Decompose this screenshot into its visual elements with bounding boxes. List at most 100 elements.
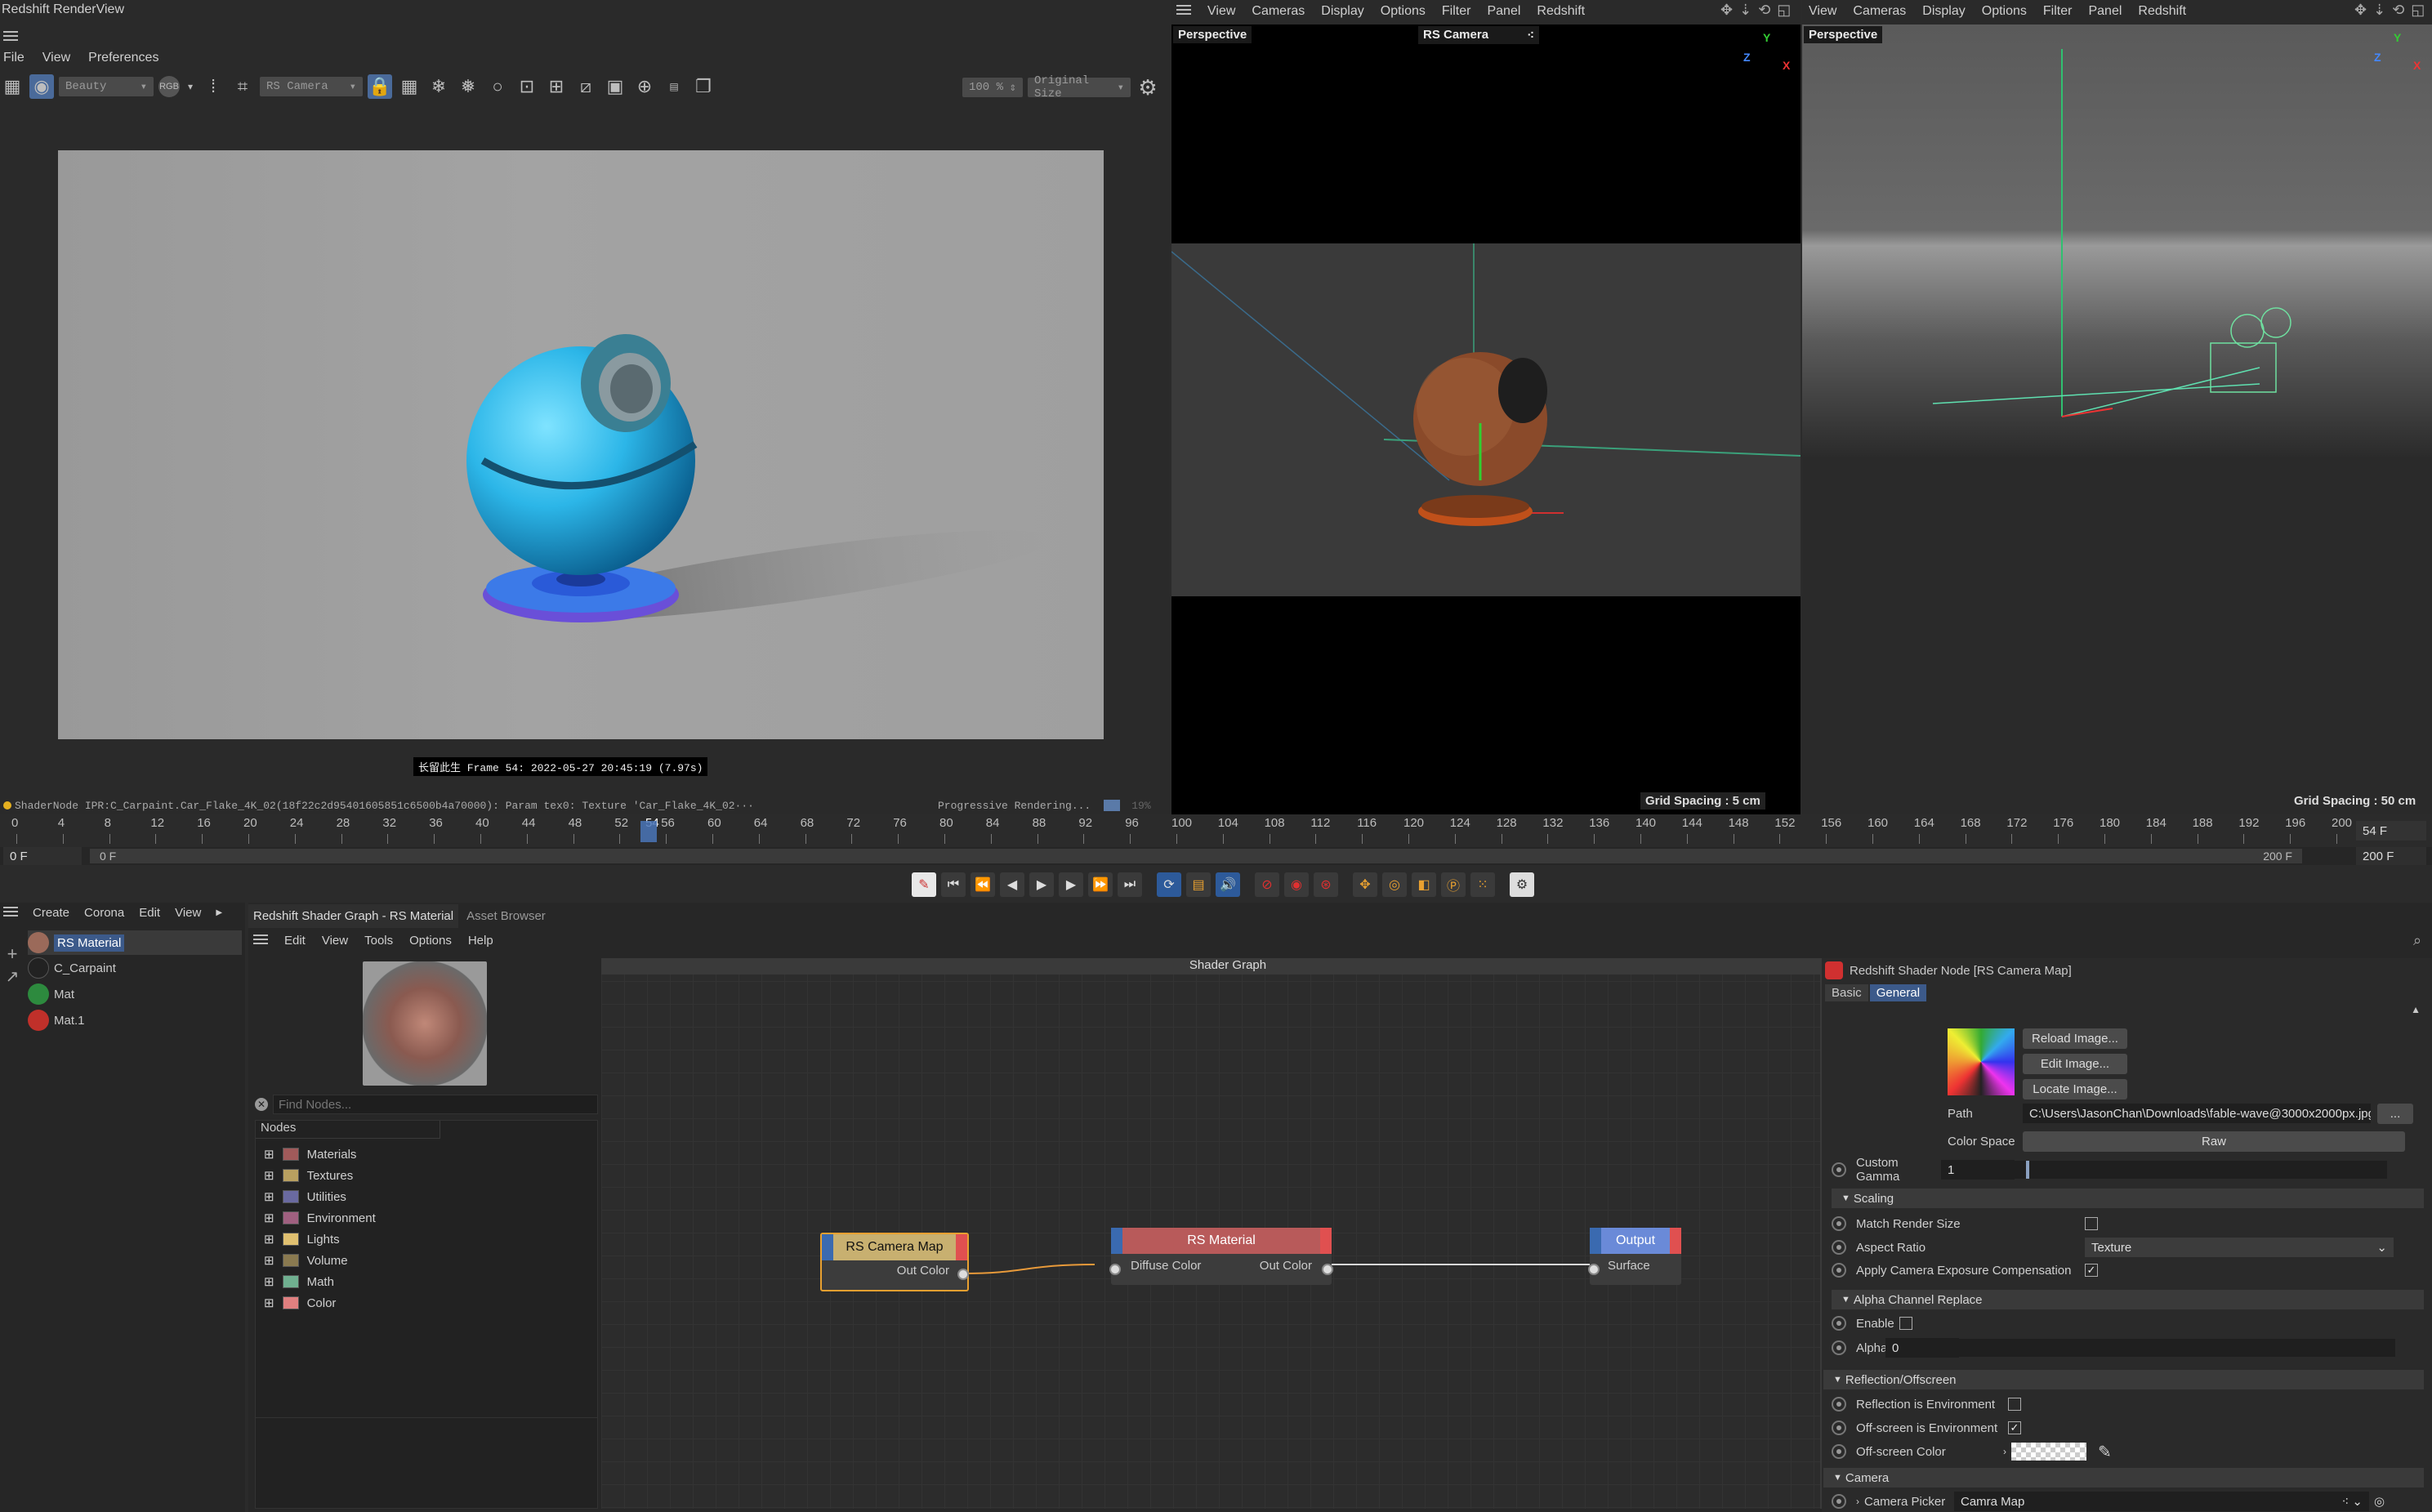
go-to-end-icon[interactable]: ⏭ [1118,872,1142,897]
camera-picker-field[interactable]: Camra Map ⁖ ⌄ [1954,1492,2369,1511]
pick-target-icon[interactable]: ◎ [2374,1494,2385,1509]
custom-gamma-field[interactable]: 1 [1941,1160,2015,1180]
focus-icon[interactable]: ⊡ [515,74,539,99]
match-render-size-checkbox[interactable] [2085,1217,2098,1230]
circle-icon[interactable]: ○ [485,74,510,99]
add-snapshot-icon[interactable]: ⊕ [632,74,657,99]
rotate-icon[interactable]: ⟲ [2392,2,2404,19]
vp1-menu-view[interactable]: View [1207,4,1235,19]
material-item[interactable]: Mat.1 [28,1007,242,1033]
ipr-start-icon[interactable]: ◉ [29,74,54,99]
camera-section-header[interactable]: ▼ Camera [1823,1468,2424,1487]
keyframe-select-icon[interactable]: ⊛ [1314,872,1338,897]
timeline[interactable]: 0 4 8 12 16 20 24 28 32 36 40 44 48 52 56 60 64 68 72 76 80 8… [0,816,2432,847]
apply-cam-exposure-checkbox[interactable]: ✓ [2085,1264,2098,1277]
animate-radio-icon[interactable] [1832,1494,1846,1509]
edit-image-button[interactable]: Edit Image... [2023,1054,2127,1074]
vp2-menu-panel[interactable]: Panel [2088,4,2122,19]
tab-shader-graph[interactable]: Redshift Shader Graph - RS Material [248,903,459,928]
viewport1-camera-label[interactable]: RS Camera ⁖ [1418,26,1539,44]
chevron-down-icon[interactable]: ▾ [185,74,196,99]
menu-preferences[interactable]: Preferences [88,51,158,65]
eyedropper-icon[interactable]: ✎ [2098,1442,2112,1462]
size-dropdown[interactable]: Original Size ▾ [1028,74,1131,100]
vp1-menu-filter[interactable]: Filter [1442,4,1471,19]
node-category[interactable]: ⊞ Volume [264,1250,597,1271]
camera-dropdown[interactable]: RS Camera ▾ [260,77,363,96]
animate-radio-icon[interactable] [1832,1397,1846,1412]
play-icon[interactable]: ▶ [1029,872,1054,897]
path-browse-button[interactable]: ... [2377,1103,2413,1124]
key-position-icon[interactable]: ✥ [1353,872,1377,897]
aov-dropdown[interactable]: Beauty ▾ [59,77,154,96]
loop-icon[interactable]: ⟳ [1157,872,1181,897]
animate-radio-icon[interactable] [1832,1421,1846,1435]
node-category[interactable]: ⊞ Math [264,1271,597,1292]
surface-port[interactable] [1588,1264,1600,1275]
add-icon[interactable]: + [2,943,23,966]
record-keys-icon[interactable]: ✎ [912,872,936,897]
matman-menu-edit[interactable]: Edit [139,906,160,920]
node-category[interactable]: ⊞ Environment [264,1207,597,1229]
range-bar[interactable]: 0 F 0 F 200 F 200 F [0,847,2432,865]
material-item[interactable]: Mat [28,981,242,1007]
viewport2-canvas[interactable]: Perspective Y Z X Grid Spacing : 50 cm [1802,25,2432,814]
timeline-playhead[interactable] [640,821,657,842]
start-frame-field[interactable]: 0 F [3,847,82,865]
shader-menu-options[interactable]: Options [409,934,452,948]
lock-icon[interactable]: 🔒 [368,74,392,99]
copy-icon[interactable]: ❐ [691,74,716,99]
alpha-slider[interactable] [1959,1339,2395,1357]
range-slider[interactable]: 0 F 200 F [90,849,2302,863]
shader-menu-icon[interactable] [253,934,268,948]
alpha-section-header[interactable]: ▼ Alpha Channel Replace [1832,1290,2424,1309]
node-category[interactable]: ⊞ Materials [264,1144,597,1165]
compare-icon[interactable]: ⧄ [573,74,598,99]
viewport-perspective-top[interactable]: View Cameras Display Options Filter Pane… [1802,0,2432,814]
viewport1-menu-icon[interactable] [1176,4,1191,19]
maximize-icon[interactable]: ◱ [2411,2,2425,19]
expand-icon[interactable]: ⊞ [264,1189,274,1204]
dolly-icon[interactable]: ⇣ [2373,2,2385,19]
animate-radio-icon[interactable] [1832,1240,1846,1255]
shader-menu-view[interactable]: View [322,934,348,948]
material-item[interactable]: C_Carpaint [28,955,242,981]
shader-menu-edit[interactable]: Edit [284,934,306,948]
animate-radio-icon[interactable] [1832,1316,1846,1331]
gear-icon[interactable]: ⚙ [1136,75,1160,100]
prev-key-icon[interactable]: ⏪ [971,872,995,897]
vp2-menu-cameras[interactable]: Cameras [1853,4,1906,19]
locate-image-button[interactable]: Locate Image... [2023,1079,2127,1099]
vp1-menu-options[interactable]: Options [1381,4,1426,19]
snowflake-icon[interactable]: ❄ [426,74,451,99]
search-icon[interactable]: ⌕ [2413,932,2421,949]
diffuse-color-port[interactable] [1109,1264,1121,1275]
animate-radio-icon[interactable] [1832,1444,1846,1459]
reload-image-button[interactable]: Reload Image... [2023,1028,2127,1049]
tab-basic[interactable]: Basic [1825,983,1868,1001]
tab-asset-browser[interactable]: Asset Browser [458,904,554,928]
viewport1-canvas[interactable]: Perspective RS Camera ⁖ Y Z X Grid Spacin… [1171,25,1801,814]
key-rotation-icon[interactable]: ◎ [1382,872,1407,897]
current-frame-field[interactable]: 54 F [2356,821,2426,841]
matman-menu-create[interactable]: Create [33,906,69,920]
tab-general[interactable]: General [1869,983,1927,1001]
sound-icon[interactable]: 🔊 [1216,872,1240,897]
rotate-icon[interactable]: ⟲ [1758,2,1770,19]
out-color-port[interactable] [1322,1264,1333,1275]
reflection-section-header[interactable]: ▼ Reflection/Offscreen [1823,1370,2424,1389]
matman-menu-corona[interactable]: Corona [84,906,124,920]
expand-icon[interactable]: ⊞ [264,1274,274,1289]
next-frame-icon[interactable]: ▶ [1059,872,1083,897]
node-category[interactable]: ⊞ Utilities [264,1186,597,1207]
node-rs-camera-map[interactable]: RS Camera Map Out Color [820,1233,969,1291]
image-icon[interactable]: ▣ [603,74,627,99]
reflection-env-checkbox[interactable] [2008,1398,2021,1411]
vp1-menu-cameras[interactable]: Cameras [1252,4,1305,19]
crop-icon[interactable]: ⌗ [230,74,255,99]
expand-icon[interactable]: ⊞ [264,1211,274,1225]
matman-menu-icon[interactable] [3,906,18,920]
prev-frame-icon[interactable]: ◀ [1000,872,1024,897]
animate-radio-icon[interactable] [1832,1162,1846,1177]
timeline-ruler[interactable]: 0 4 8 12 16 20 24 28 32 36 40 44 48 52 56 60 64 68 72 76 80 8… [0,816,2352,847]
